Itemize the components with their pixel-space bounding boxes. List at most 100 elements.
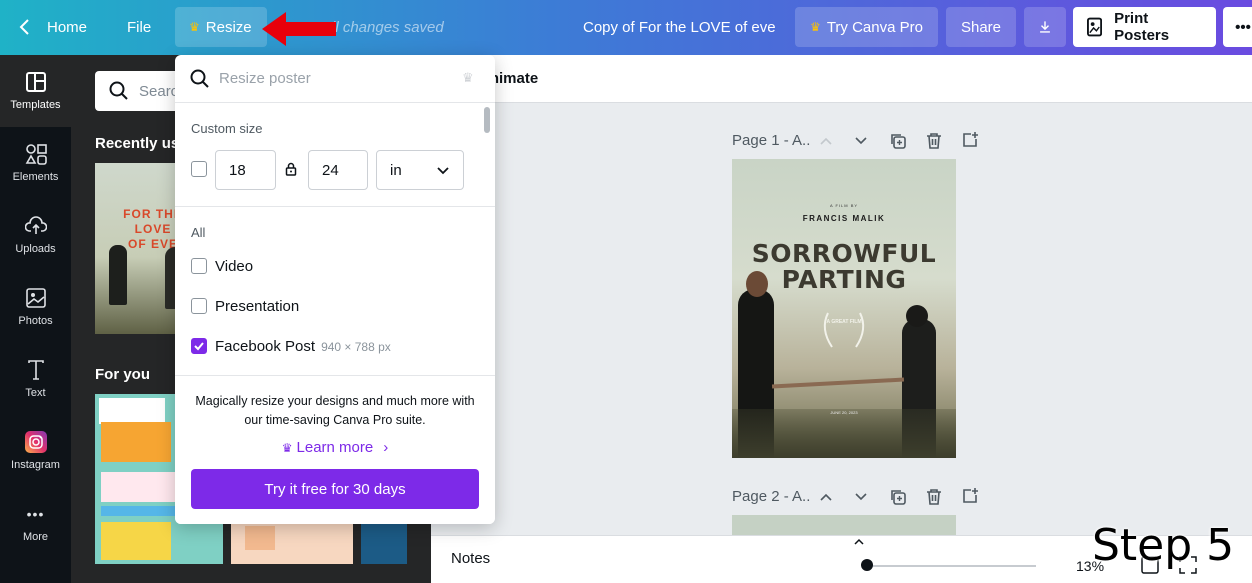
unit-select-value: in — [390, 161, 402, 179]
left-rail: Templates Elements Uploads Photos Text I… — [0, 55, 71, 583]
document-title[interactable]: Copy of For the LOVE of eve — [583, 7, 776, 47]
rail-item-templates[interactable]: Templates — [0, 55, 71, 127]
dropdown-scrollbar[interactable] — [482, 105, 492, 375]
resize-dropdown: Resize poster ♛ Custom size 18 24 in All… — [175, 55, 495, 524]
notes-button[interactable]: Notes — [451, 550, 490, 567]
zoom-slider-handle[interactable] — [861, 559, 873, 571]
duplicate-page-icon[interactable] — [889, 488, 907, 506]
facebook-post-option[interactable]: Facebook Post 940 × 788 px — [215, 338, 391, 355]
poster-director: FRANCIS MALIK — [802, 214, 886, 223]
video-option[interactable]: Video — [215, 258, 253, 275]
page-2-label[interactable]: Page 2 - A.. — [732, 488, 810, 505]
lock-aspect-icon[interactable] — [285, 162, 297, 176]
annotation-arrow-icon — [262, 12, 336, 46]
laurel-award-icon — [823, 312, 865, 348]
print-posters-button[interactable]: Print Posters — [1073, 7, 1216, 47]
try-canva-pro-button[interactable]: ♛ Try Canva Pro — [795, 7, 938, 47]
add-page-icon[interactable] — [961, 131, 979, 149]
poster-page-2[interactable] — [732, 515, 956, 535]
zoom-slider-track[interactable] — [866, 565, 1036, 567]
resize-button-label: Resize — [205, 18, 252, 36]
width-input[interactable]: 18 — [215, 150, 276, 190]
video-checkbox[interactable] — [191, 258, 207, 274]
share-button[interactable]: Share — [946, 7, 1016, 47]
poster-film-by: A FILM BY — [829, 203, 859, 208]
move-page-up-icon[interactable] — [818, 133, 834, 149]
custom-size-checkbox[interactable] — [191, 161, 207, 177]
text-icon — [25, 359, 47, 381]
print-posters-label: Print Posters — [1114, 10, 1170, 44]
poster-page-1[interactable]: A FILM BY FRANCIS MALIK SORROWFUL PARTIN… — [732, 159, 956, 458]
thumbnail-block — [101, 522, 171, 560]
expand-notes-chevron-icon[interactable] — [853, 538, 865, 546]
rail-label: More — [22, 531, 49, 543]
thumbnail-figure — [109, 245, 127, 305]
download-button[interactable] — [1024, 7, 1066, 47]
poster-joined-hands — [771, 377, 905, 389]
crown-icon: ♛ — [189, 20, 200, 34]
page-1-label[interactable]: Page 1 - A.. — [732, 132, 810, 149]
poster-award-text: A GREAT FILM — [826, 319, 862, 325]
try-canva-pro-label: Try Canva Pro — [826, 18, 923, 36]
search-icon — [109, 81, 128, 100]
delete-page-icon[interactable] — [925, 132, 943, 150]
scrollbar-thumb[interactable] — [484, 107, 490, 133]
templates-icon — [25, 71, 47, 93]
rail-item-text[interactable]: Text — [0, 343, 71, 415]
height-input[interactable]: 24 — [308, 150, 368, 190]
home-button[interactable]: Home — [47, 7, 87, 47]
instagram-icon — [24, 431, 47, 453]
chevron-down-icon — [437, 167, 449, 175]
presentation-option[interactable]: Presentation — [215, 298, 299, 315]
delete-page-icon[interactable] — [925, 488, 943, 506]
resize-button[interactable]: ♛ Resize — [175, 7, 267, 47]
rail-label: Uploads — [15, 243, 56, 255]
elements-icon — [25, 143, 47, 165]
rail-label: Templates — [10, 99, 61, 111]
search-icon — [190, 69, 209, 88]
file-menu-button[interactable]: File — [127, 7, 151, 47]
poster-icon — [1087, 17, 1103, 37]
promo-text: Magically resize your designs and much m… — [195, 394, 475, 427]
more-options-button[interactable]: ••• — [1223, 7, 1252, 47]
add-page-icon[interactable] — [961, 487, 979, 505]
resize-search-input[interactable]: Resize poster ♛ — [175, 55, 495, 103]
rail-label: Text — [25, 387, 46, 399]
thumbnail-block — [99, 398, 165, 424]
download-icon — [1040, 21, 1050, 33]
facebook-post-checkbox[interactable] — [191, 338, 207, 354]
rail-label: Elements — [12, 171, 59, 183]
move-page-up-icon[interactable] — [818, 489, 834, 505]
crown-icon: ♛ — [281, 441, 293, 455]
back-chevron-icon[interactable] — [18, 7, 32, 47]
rail-item-more[interactable]: ••• More — [0, 487, 71, 559]
more-dots-icon: ••• — [26, 506, 45, 522]
poster-title-line-1: SORROWFUL — [751, 239, 937, 268]
move-page-down-icon[interactable] — [853, 489, 869, 505]
pro-promo-section: Magically resize your designs and much m… — [175, 375, 495, 524]
facebook-post-label: Facebook Post — [215, 338, 316, 355]
rail-item-instagram[interactable]: Instagram — [0, 415, 71, 487]
presentation-checkbox[interactable] — [191, 298, 207, 314]
rail-item-uploads[interactable]: Uploads — [0, 199, 71, 271]
canvas-toolbar: Animate — [431, 55, 1252, 103]
duplicate-page-icon[interactable] — [889, 132, 907, 150]
rail-item-photos[interactable]: Photos — [0, 271, 71, 343]
step-caption: Step 5 — [1092, 520, 1235, 571]
custom-size-label: Custom size — [191, 121, 263, 136]
try-free-button[interactable]: Try it free for 30 days — [191, 469, 479, 509]
for-you-heading: For you — [95, 366, 150, 383]
divider — [175, 206, 495, 207]
poster-figure-head — [746, 271, 768, 297]
rail-label: Photos — [18, 315, 53, 327]
move-page-down-icon[interactable] — [853, 133, 869, 149]
learn-more-label: Learn more — [296, 439, 374, 456]
rail-item-elements[interactable]: Elements — [0, 127, 71, 199]
all-sizes-label: All — [191, 225, 206, 240]
learn-more-link[interactable]: ♛ Learn more › — [175, 439, 495, 456]
unit-select[interactable]: in — [376, 150, 464, 190]
rail-label: Instagram — [11, 459, 60, 471]
checkmark-icon — [194, 342, 204, 351]
crown-icon: ♛ — [462, 70, 474, 85]
top-bar: Home File ♛ Resize All changes saved Cop… — [0, 0, 1252, 55]
